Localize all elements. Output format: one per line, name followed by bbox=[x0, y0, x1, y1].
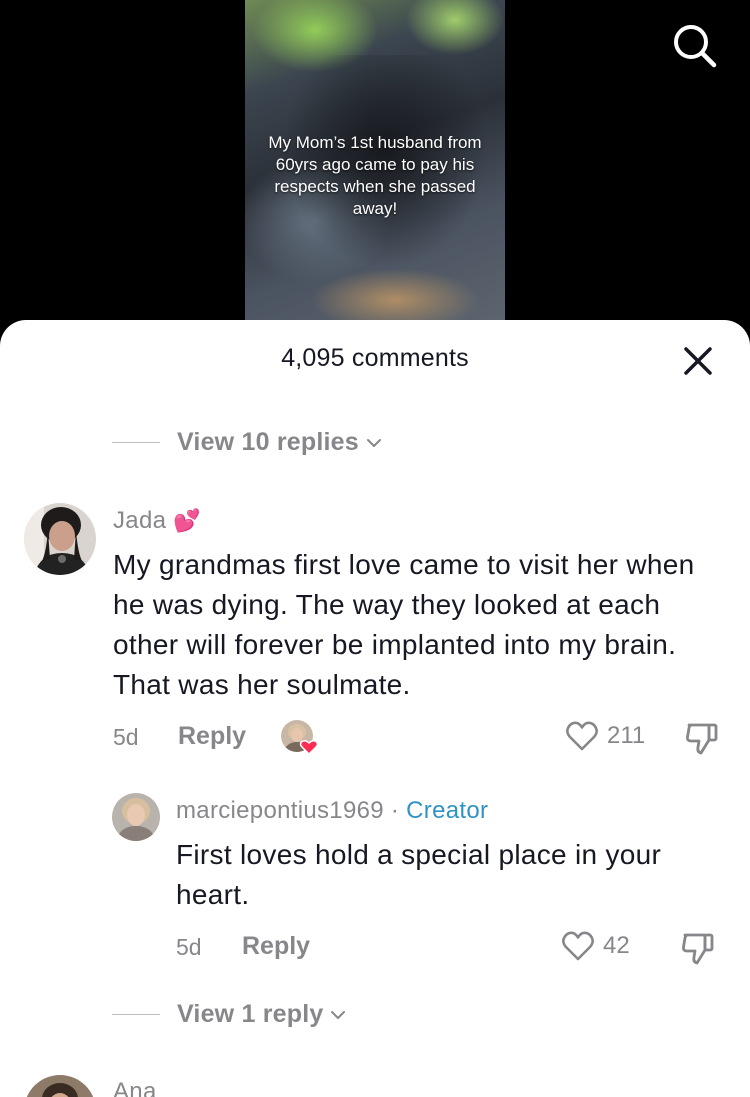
heart-outline-icon bbox=[562, 931, 594, 961]
reply-age: 5d bbox=[176, 934, 202, 960]
avatar[interactable] bbox=[24, 503, 96, 575]
divider-line bbox=[112, 441, 160, 444]
reply-button[interactable]: Reply bbox=[178, 722, 246, 751]
avatar[interactable] bbox=[24, 1075, 96, 1097]
like-count: 42 bbox=[603, 932, 630, 959]
heart-outline-icon bbox=[566, 721, 598, 751]
comment-text: My grandmas first love came to visit her… bbox=[113, 549, 695, 700]
chevron-down-icon bbox=[366, 438, 381, 447]
username-text: Jada bbox=[113, 507, 167, 534]
chevron-down-icon bbox=[331, 1010, 346, 1019]
view-replies-label: View 10 replies bbox=[177, 428, 359, 456]
separator-dot: · bbox=[390, 797, 400, 824]
comments-sheet: 4,095 comments View 10 replies Jada 💕 My bbox=[0, 320, 750, 1097]
comments-count-title: 4,095 comments bbox=[281, 344, 469, 372]
avatar[interactable] bbox=[112, 793, 160, 841]
thumbs-down-icon[interactable] bbox=[683, 719, 721, 757]
video-preview[interactable]: My Mom’s 1st husband from 60yrs ago came… bbox=[245, 0, 505, 330]
video-area: My Mom’s 1st husband from 60yrs ago came… bbox=[0, 0, 750, 340]
divider-line bbox=[112, 1013, 160, 1016]
view-replies-label: View 1 reply bbox=[177, 1000, 324, 1028]
search-icon[interactable] bbox=[668, 20, 720, 72]
comment-username[interactable]: Jada 💕 bbox=[113, 507, 201, 535]
reply-text: First loves hold a special place in your… bbox=[176, 839, 662, 910]
comment-username[interactable]: Ana bbox=[113, 1078, 157, 1097]
video-caption: My Mom’s 1st husband from 60yrs ago came… bbox=[268, 133, 482, 218]
comment-age: 5d bbox=[113, 724, 139, 750]
like-button[interactable]: 211 bbox=[565, 720, 645, 752]
creator-liked-avatar bbox=[281, 720, 319, 756]
like-button[interactable]: 42 bbox=[561, 930, 630, 962]
view-replies-button[interactable]: View 10 replies bbox=[112, 428, 383, 457]
close-icon[interactable] bbox=[680, 343, 716, 379]
thumbs-down-icon[interactable] bbox=[679, 929, 717, 967]
reply-button[interactable]: Reply bbox=[242, 932, 310, 961]
like-count: 211 bbox=[607, 722, 646, 749]
creator-badge: Creator bbox=[406, 797, 489, 824]
reply-username[interactable]: marciepontius1969 bbox=[176, 797, 384, 824]
view-replies-button[interactable]: View 1 reply bbox=[112, 1000, 347, 1029]
two-hearts-emoji: 💕 bbox=[173, 508, 201, 533]
reply-username-line: marciepontius1969 · Creator bbox=[176, 797, 488, 825]
